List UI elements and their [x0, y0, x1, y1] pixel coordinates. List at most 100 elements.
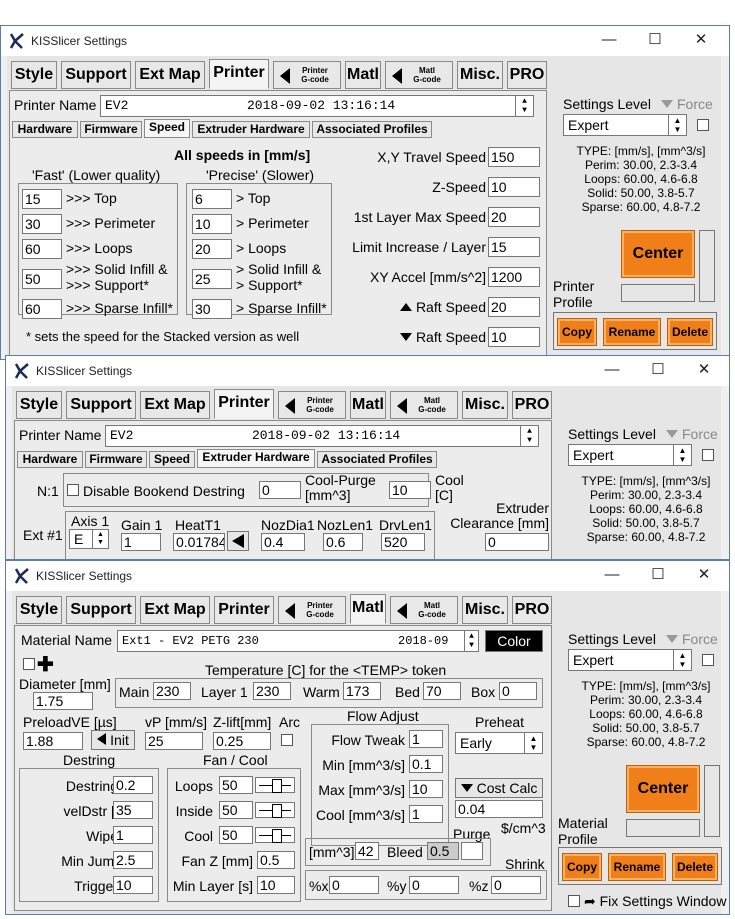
subtab-speed[interactable]: Speed — [144, 119, 190, 138]
center-button[interactable]: Center — [626, 765, 700, 813]
arrow-left-button[interactable] — [227, 531, 249, 551]
fan-z-input[interactable]: 0.5 — [257, 851, 295, 869]
fast-perimeter-input[interactable]: 30 — [22, 214, 62, 234]
settings-level-select[interactable]: Expert ▲ ▼ — [563, 114, 687, 136]
bleed-slider[interactable] — [461, 842, 483, 860]
noz-len-input[interactable]: 0.6 — [323, 533, 363, 551]
rename-button[interactable]: Rename — [608, 853, 666, 881]
center-button[interactable]: Center — [621, 230, 695, 278]
heat-input[interactable]: 0.01784 — [173, 533, 225, 551]
force-checkbox[interactable] — [702, 654, 714, 666]
arc-checkbox[interactable] — [281, 734, 293, 746]
chevron-updown-icon[interactable]: ▲ ▼ — [520, 426, 538, 446]
gain-input[interactable]: 1 — [121, 533, 161, 551]
tab-printer[interactable]: Printer — [214, 389, 274, 419]
tab-printer[interactable]: Printer — [209, 59, 269, 89]
tab-ext-map[interactable]: Ext Map — [140, 391, 210, 419]
add-material-checkbox[interactable] — [23, 658, 35, 670]
title-bar[interactable]: KISSlicer Settings — ☐ ✕ — [6, 561, 729, 591]
purge-mm3-input[interactable]: 42 — [355, 842, 379, 860]
raft-speed-up-input[interactable]: 20 — [488, 297, 540, 317]
chevron-updown-icon[interactable]: ▲ ▼ — [515, 96, 533, 116]
fan-cool-slider[interactable] — [255, 827, 295, 843]
flow-max-input[interactable]: 10 — [409, 780, 443, 798]
tab-matl[interactable]: Matl — [350, 391, 386, 419]
color-button[interactable]: Color — [485, 630, 543, 652]
tab-support[interactable]: Support — [66, 391, 136, 419]
chevron-updown-icon[interactable]: ▲ ▼ — [524, 733, 542, 753]
init-button[interactable]: Init — [91, 730, 135, 750]
flow-min-input[interactable]: 0.1 — [409, 755, 443, 773]
tab-matl-gcode[interactable]: Matl G-code — [385, 61, 453, 89]
disable-bookend-checkbox[interactable] — [67, 484, 79, 496]
plus-icon[interactable]: ✚ — [37, 652, 54, 677]
precise-solid-input[interactable]: 25 — [192, 269, 232, 289]
subtab-hardware[interactable]: Hardware — [12, 121, 78, 138]
extruder-clearance-input[interactable]: 0 — [485, 533, 549, 551]
chevron-updown-icon[interactable]: ▲ ▼ — [673, 650, 691, 670]
copy-button[interactable]: Copy — [557, 318, 597, 346]
minimize-button[interactable]: — — [587, 28, 631, 52]
chevron-updown-icon[interactable]: ▲ ▼ — [668, 115, 686, 135]
tab-matl[interactable]: Matl — [345, 61, 381, 89]
delete-button[interactable]: Delete — [667, 318, 713, 346]
center-slider-h[interactable] — [626, 819, 700, 837]
tab-style[interactable]: Style — [16, 391, 62, 419]
maximize-button[interactable]: ☐ — [636, 358, 680, 382]
drv-len-input[interactable]: 520 — [381, 533, 425, 551]
subtab-firmware[interactable]: Firmware — [85, 451, 147, 468]
title-bar[interactable]: KISSlicer Settings — ☐ ✕ — [1, 26, 729, 56]
tab-ext-map[interactable]: Ext Map — [135, 61, 205, 89]
tab-printer-gcode[interactable]: Printer G-code — [278, 391, 346, 419]
first-layer-speed-input[interactable]: 20 — [488, 207, 540, 227]
temp-bed-input[interactable]: 70 — [423, 682, 461, 700]
title-bar[interactable]: KISSlicer Settings — ☐ ✕ — [6, 356, 729, 386]
zlift-input[interactable]: 0.25 — [213, 732, 271, 750]
tab-misc[interactable]: Misc. — [462, 391, 508, 419]
copy-button[interactable]: Copy — [562, 853, 602, 881]
printer-name-select[interactable]: EV2 2018-09-02 13:16:14 ▲ ▼ — [105, 425, 539, 447]
fan-loops-slider[interactable] — [255, 777, 295, 793]
raft-speed-down-input[interactable]: 10 — [488, 327, 540, 347]
fast-loops-input[interactable]: 60 — [22, 239, 62, 259]
preheat-select[interactable]: Early ▲ ▼ — [455, 732, 543, 754]
fast-top-input[interactable]: 15 — [22, 189, 62, 209]
tab-style[interactable]: Style — [16, 596, 62, 624]
chevron-updown-icon[interactable]: ▲ ▼ — [464, 631, 478, 651]
fan-inside-input[interactable]: 50 — [219, 801, 253, 819]
min-layer-input[interactable]: 10 — [257, 876, 295, 894]
subtab-hardware[interactable]: Hardware — [17, 451, 83, 468]
force-checkbox[interactable] — [697, 119, 709, 131]
diameter-input[interactable]: 1.75 — [33, 692, 93, 710]
tab-printer[interactable]: Printer — [214, 596, 274, 624]
cost-input[interactable]: 0.04 — [455, 800, 543, 818]
preload-input[interactable]: 1.88 — [23, 732, 83, 750]
bookend-input[interactable]: 0 — [259, 481, 301, 499]
precise-top-input[interactable]: 6 — [192, 189, 232, 209]
chevron-updown-icon[interactable]: ▲ ▼ — [673, 445, 691, 465]
fan-loops-input[interactable]: 50 — [219, 776, 253, 794]
tab-matl[interactable]: Matl — [350, 594, 386, 624]
close-button[interactable]: ✕ — [682, 358, 726, 382]
tab-pro[interactable]: PRO — [512, 391, 552, 419]
precise-perimeter-input[interactable]: 10 — [192, 214, 232, 234]
tab-style[interactable]: Style — [11, 61, 57, 89]
delete-button[interactable]: Delete — [672, 853, 718, 881]
subtab-associated-profiles[interactable]: Associated Profiles — [317, 451, 437, 468]
bleed-input[interactable]: 0.5 — [427, 842, 459, 860]
chevron-updown-icon[interactable]: ▲ ▼ — [92, 530, 108, 548]
precise-loops-input[interactable]: 20 — [192, 239, 232, 259]
temp-box-input[interactable]: 0 — [499, 682, 537, 700]
precise-sparse-input[interactable]: 30 — [192, 299, 232, 319]
vp-input[interactable]: 25 — [145, 732, 203, 750]
tab-ext-map[interactable]: Ext Map — [140, 596, 210, 624]
close-button[interactable]: ✕ — [679, 28, 723, 52]
center-slider-v[interactable] — [699, 230, 715, 302]
trigger-input[interactable]: 10 — [113, 876, 153, 894]
center-slider-v[interactable] — [704, 765, 720, 837]
flow-cool-input[interactable]: 1 — [409, 805, 443, 823]
tab-printer-gcode[interactable]: Printer G-code — [278, 596, 346, 624]
subtab-firmware[interactable]: Firmware — [80, 121, 142, 138]
fan-inside-slider[interactable] — [255, 802, 295, 818]
fast-solid-input[interactable]: 50 — [22, 269, 62, 289]
